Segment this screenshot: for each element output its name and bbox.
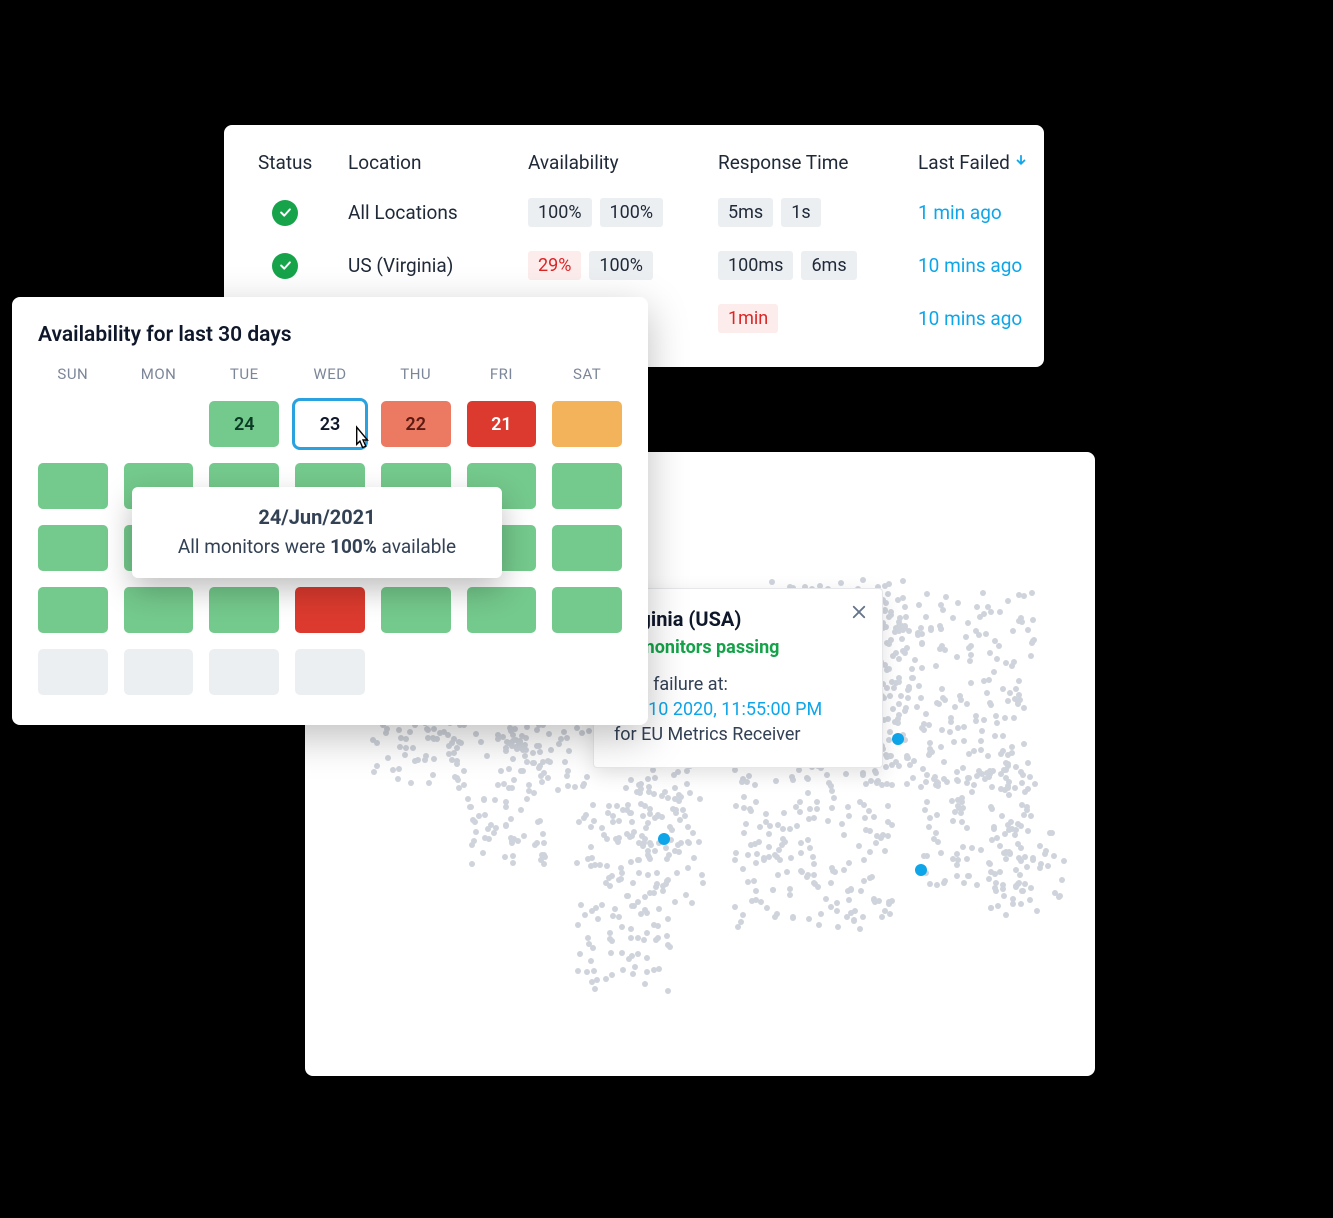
calendar-cell[interactable] <box>552 463 622 509</box>
map-popup-for: for EU Metrics Receiver <box>614 724 862 745</box>
calendar-cell[interactable] <box>552 525 622 571</box>
map-point[interactable] <box>892 733 904 745</box>
tooltip-pct: 100% <box>330 535 377 558</box>
availability-cell: 29% 100% <box>528 251 708 280</box>
col-last-failed-label: Last Failed <box>918 151 1010 174</box>
dow-header: SUN <box>38 365 108 385</box>
calendar-cell[interactable] <box>38 649 108 695</box>
availability-tag: 100% <box>589 251 653 280</box>
col-availability[interactable]: Availability <box>528 151 708 174</box>
response-tag: 6ms <box>801 251 856 280</box>
calendar-cell[interactable] <box>295 587 365 633</box>
calendar-cell[interactable] <box>124 587 194 633</box>
calendar-cell <box>38 401 108 447</box>
location-cell: US (Virginia) <box>348 254 518 277</box>
map-point[interactable] <box>658 833 670 845</box>
calendar-cell[interactable]: 24 <box>209 401 279 447</box>
calendar-cell[interactable] <box>124 649 194 695</box>
last-failed-cell[interactable]: 10 mins ago <box>918 254 1078 277</box>
tooltip-line: All monitors were 100% available <box>152 535 482 558</box>
response-cell: 100ms 6ms <box>718 251 908 280</box>
response-cell: 1min <box>718 304 908 333</box>
dow-header: FRI <box>467 365 537 385</box>
map-popup-label: Last failure at: <box>614 674 862 695</box>
calendar-cell[interactable] <box>552 401 622 447</box>
calendar-cell <box>124 401 194 447</box>
close-icon[interactable] <box>850 603 868 625</box>
calendar-cell[interactable] <box>38 587 108 633</box>
tooltip-prefix: All monitors were <box>178 535 330 558</box>
calendar-cell[interactable] <box>38 525 108 571</box>
col-response[interactable]: Response Time <box>718 151 908 174</box>
last-failed-cell[interactable]: 10 mins ago <box>918 307 1078 330</box>
tooltip-suffix: available <box>377 535 456 558</box>
availability-panel: Availability for last 30 days SUN MON TUE W… <box>12 297 648 725</box>
dow-header: THU <box>381 365 451 385</box>
table-row[interactable]: US (Virginia)29%100%100ms6ms10 mins ago <box>258 251 1010 280</box>
availability-tooltip: 24/Jun/2021 All monitors were 100% avail… <box>132 487 502 578</box>
col-location[interactable]: Location <box>348 151 518 174</box>
calendar-cell[interactable] <box>381 587 451 633</box>
map-popup-title: Virginia (USA) <box>614 607 862 631</box>
response-tag: 100ms <box>718 251 793 280</box>
response-tag: 1min <box>718 304 778 333</box>
location-cell: All Locations <box>348 201 518 224</box>
col-last-failed[interactable]: Last Failed <box>918 151 1078 174</box>
availability-tag: 29% <box>528 251 581 280</box>
calendar-cell <box>381 649 451 695</box>
tooltip-date: 24/Jun/2021 <box>152 505 482 529</box>
dow-header: SAT <box>552 365 622 385</box>
availability-title: Availability for last 30 days <box>38 323 622 347</box>
calendar-cell[interactable] <box>552 587 622 633</box>
availability-tag: 100% <box>600 198 664 227</box>
check-icon <box>272 200 298 226</box>
dow-header: MON <box>124 365 194 385</box>
calendar-cell <box>467 649 537 695</box>
response-cell: 5ms 1s <box>718 198 908 227</box>
dow-header: WED <box>295 365 365 385</box>
response-tag: 1s <box>781 198 820 227</box>
availability-cell: 100% 100% <box>528 198 708 227</box>
map-point[interactable] <box>915 864 927 876</box>
calendar-cell[interactable] <box>209 649 279 695</box>
arrow-down-icon <box>1014 151 1028 174</box>
map-popup-pass: 10 monitors passing <box>614 637 862 658</box>
col-status[interactable]: Status <box>258 151 338 174</box>
calendar-cell[interactable] <box>38 463 108 509</box>
check-icon <box>272 253 298 279</box>
last-failed-cell[interactable]: 1 min ago <box>918 201 1078 224</box>
calendar-cell[interactable] <box>467 587 537 633</box>
calendar-cell[interactable]: 21 <box>467 401 537 447</box>
calendar-cell <box>552 649 622 695</box>
response-tag: 5ms <box>718 198 773 227</box>
calendar-cell[interactable] <box>209 587 279 633</box>
dow-header: TUE <box>209 365 279 385</box>
calendar-cell[interactable]: 22 <box>381 401 451 447</box>
calendar-cell[interactable]: 23 <box>295 401 365 447</box>
availability-tag: 100% <box>528 198 592 227</box>
map-popup-timestamp[interactable]: Jan 10 2020, 11:55:00 PM <box>614 699 862 720</box>
status-table-header: Status Location Availability Response Ti… <box>258 151 1010 174</box>
table-row[interactable]: All Locations100%100%5ms1s1 min ago <box>258 198 1010 227</box>
calendar-cell[interactable] <box>295 649 365 695</box>
